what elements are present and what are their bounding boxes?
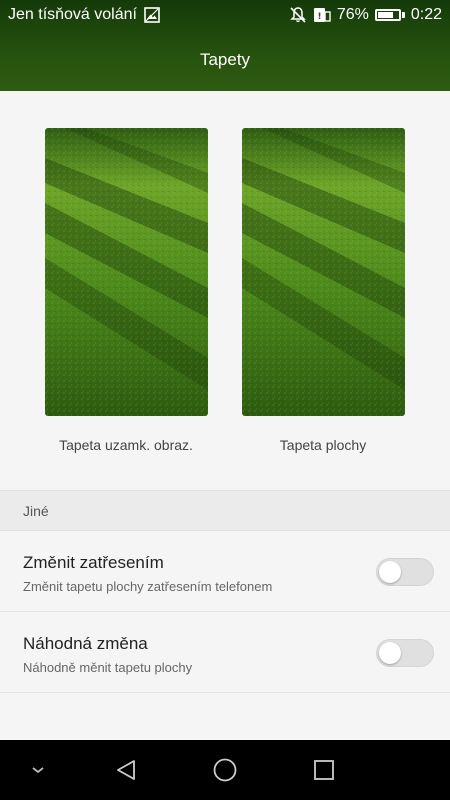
random-change-row[interactable]: Náhodná změna Náhodně měnit tapetu ploch… bbox=[0, 612, 450, 693]
image-icon bbox=[143, 6, 161, 24]
random-change-toggle[interactable] bbox=[376, 639, 434, 667]
battery-saver-icon: ! bbox=[313, 6, 331, 24]
section-header-label: Jiné bbox=[23, 503, 49, 519]
clock: 0:22 bbox=[410, 6, 442, 23]
recents-icon[interactable] bbox=[306, 740, 342, 800]
mute-icon bbox=[289, 6, 307, 24]
random-change-subtitle: Náhodně měnit tapetu plochy bbox=[23, 660, 193, 675]
status-left: Jen tísňová volání bbox=[8, 6, 161, 24]
carrier-text: Jen tísňová volání bbox=[8, 6, 137, 23]
battery-icon bbox=[374, 9, 405, 21]
status-bar: Jen tísňová volání ! 76% 0:22 bbox=[0, 0, 450, 32]
shake-to-change-subtitle: Změnit tapetu plochy zatřesením telefone… bbox=[23, 579, 273, 594]
shake-to-change-row[interactable]: Změnit zatřesením Změnit tapetu plochy z… bbox=[0, 531, 450, 612]
section-header-other: Jiné bbox=[0, 490, 450, 531]
battery-percent: 76% bbox=[336, 6, 369, 23]
navigation-bar bbox=[0, 740, 450, 800]
home-wallpaper-preview[interactable] bbox=[242, 128, 405, 416]
app-header: Jen tísňová volání ! 76% 0:22 Tapety bbox=[0, 0, 450, 91]
random-change-title: Náhodná změna bbox=[23, 634, 148, 653]
status-right: ! 76% 0:22 bbox=[289, 6, 442, 24]
lock-wallpaper-preview[interactable] bbox=[45, 128, 208, 416]
svg-text:!: ! bbox=[317, 12, 321, 22]
home-icon[interactable] bbox=[207, 740, 243, 800]
page-title: Tapety bbox=[199, 50, 251, 69]
back-icon[interactable] bbox=[108, 740, 144, 800]
home-wallpaper-label: Tapeta plochy bbox=[279, 437, 367, 453]
chevron-down-icon[interactable] bbox=[22, 740, 54, 800]
shake-to-change-toggle[interactable] bbox=[376, 558, 434, 586]
shake-to-change-title: Změnit zatřesením bbox=[23, 553, 164, 572]
lock-wallpaper-label: Tapeta uzamk. obraz. bbox=[59, 437, 193, 453]
